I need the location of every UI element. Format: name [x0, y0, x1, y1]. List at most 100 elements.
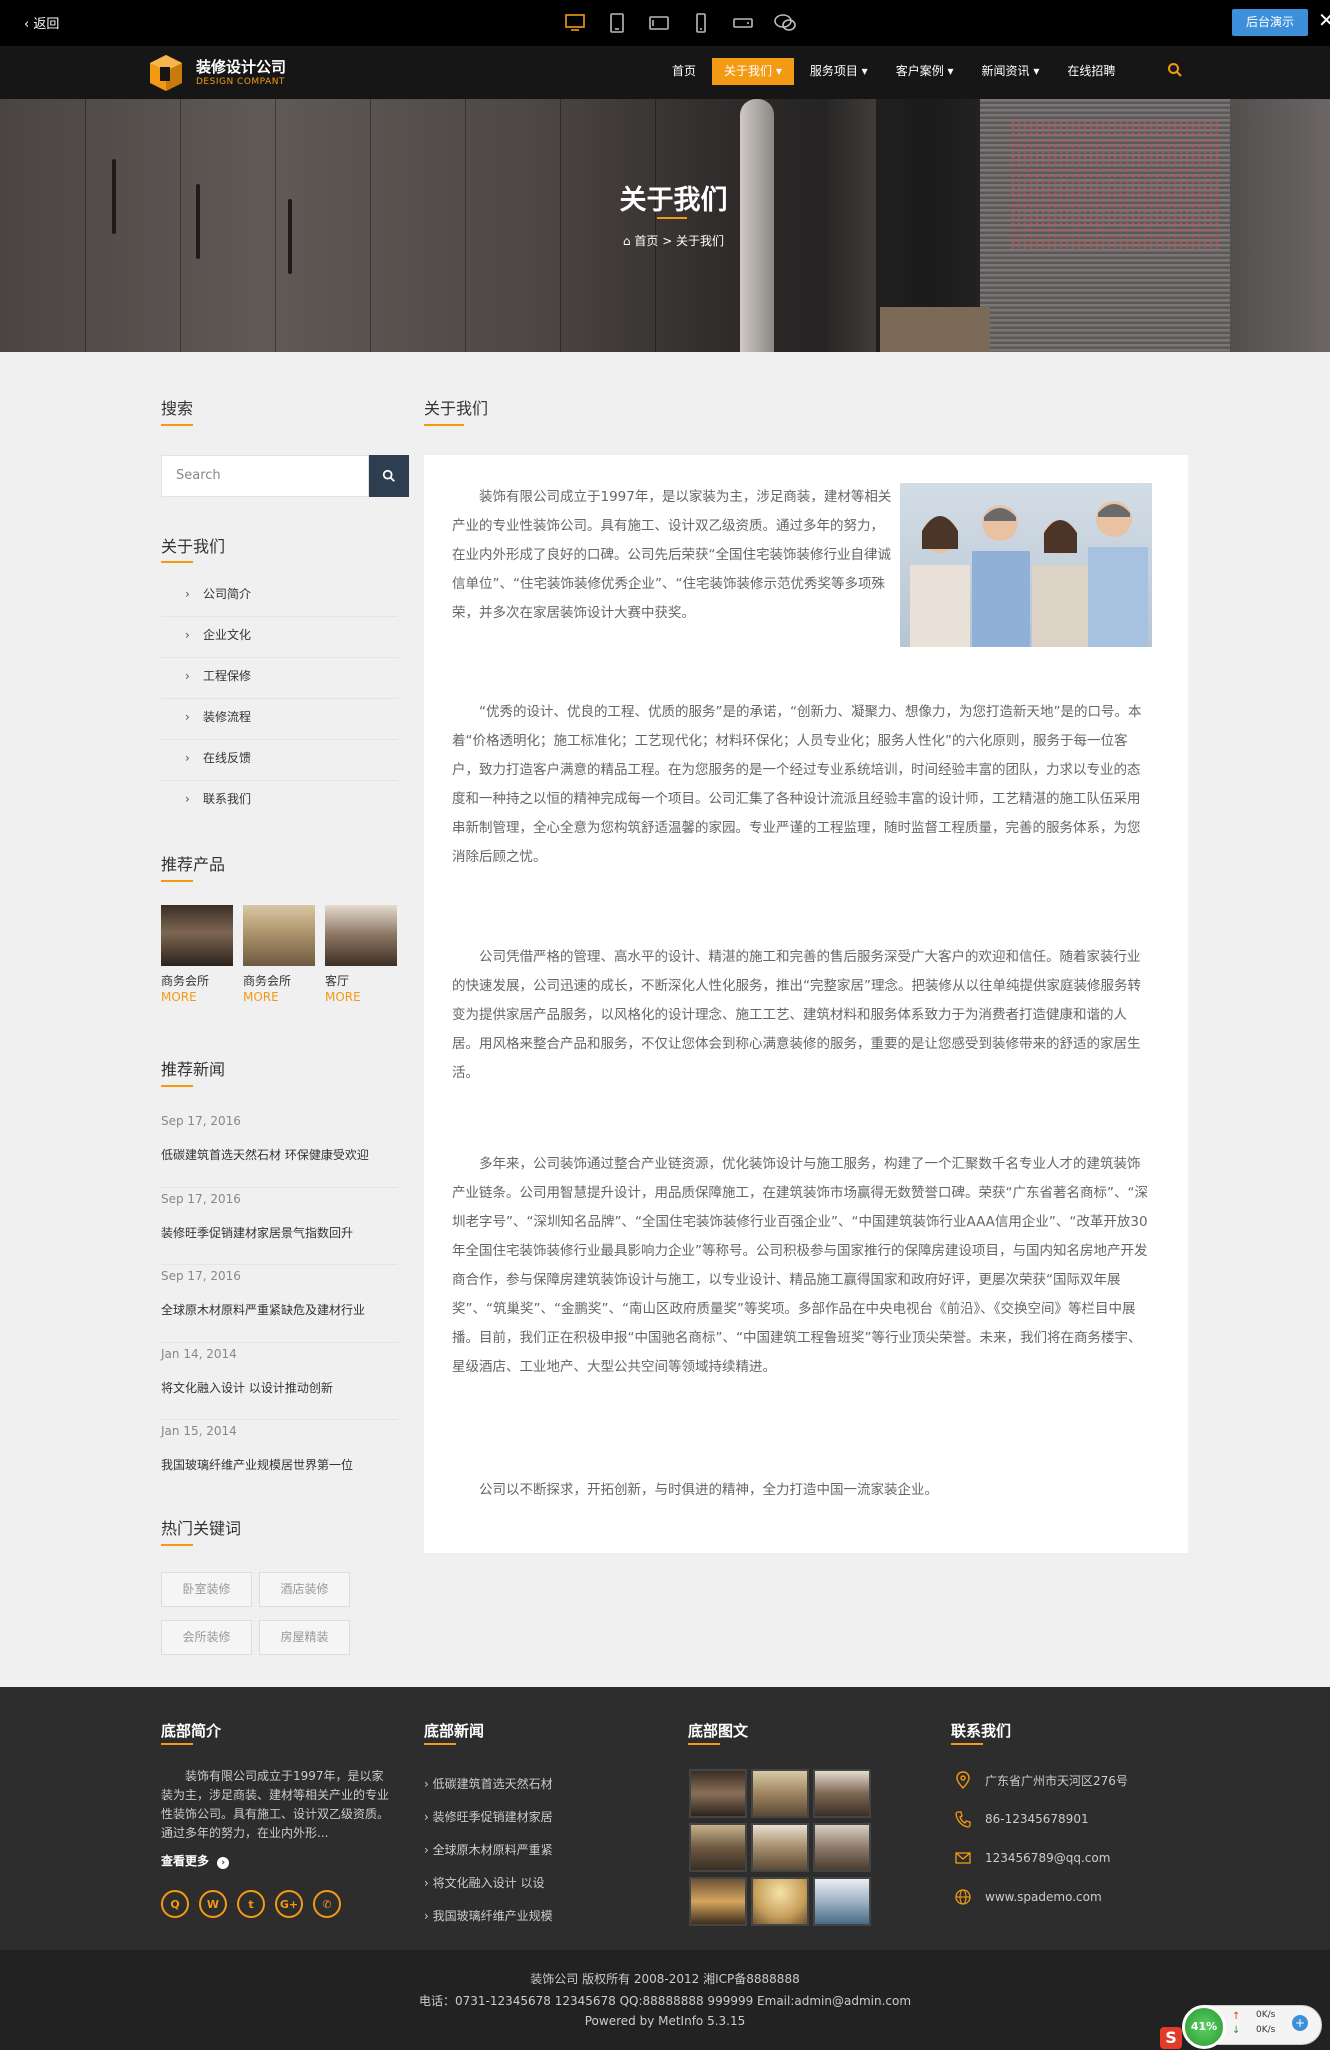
list-item[interactable]: › 我国玻璃纤维产业规模: [424, 1900, 624, 1933]
home-icon: ⌂: [622, 234, 631, 248]
contact-phone: 86-12345678901: [955, 1810, 1089, 1828]
list-item[interactable]: Jan 15, 2014 我国玻璃纤维产业规模居世界第一位: [161, 1420, 398, 1498]
title-underline: [424, 1743, 456, 1745]
menu-item-jobs[interactable]: 在线招聘: [1055, 58, 1127, 85]
news-title[interactable]: 装修旺季促销建材家居景气指数回升: [161, 1223, 398, 1243]
location-icon: [956, 1771, 970, 1789]
product-name[interactable]: 客厅: [325, 973, 397, 989]
menu-item-about[interactable]: 关于我们 ▾: [712, 58, 794, 85]
globe-icon: [955, 1889, 971, 1905]
list-item[interactable]: › 将文化融入设计 以设: [424, 1867, 624, 1900]
product-card[interactable]: 商务会所 MORE: [243, 905, 315, 1005]
title-underline: [161, 880, 193, 882]
search-icon[interactable]: [1167, 62, 1183, 82]
contact-text: 广东省广州市天河区276号: [985, 1773, 1128, 1788]
menu-item-cases[interactable]: 客户案例 ▾: [884, 58, 966, 85]
sidebar-item-culture[interactable]: › 企业文化: [161, 617, 398, 658]
footer-more-link[interactable]: 查看更多 ›: [161, 1852, 230, 1869]
gallery-thumbnail[interactable]: [689, 1769, 747, 1818]
logo-name: 装修设计公司: [196, 58, 287, 76]
footer-gallery-title: 底部图文: [688, 1722, 749, 1740]
sidebar-item-feedback[interactable]: › 在线反馈: [161, 740, 398, 781]
keyword-tag[interactable]: 会所装修: [161, 1620, 252, 1655]
title-underline: [161, 1085, 193, 1087]
article-paragraph: 装饰有限公司成立于1997年，是以家装为主，涉足商装，建材等相关产业的专业性装饰…: [452, 489, 892, 621]
admin-demo-button[interactable]: 后台演示: [1232, 9, 1308, 36]
product-name[interactable]: 商务会所: [243, 973, 315, 989]
product-card[interactable]: 客厅 MORE: [325, 905, 397, 1005]
product-card[interactable]: 商务会所 MORE: [161, 905, 233, 1005]
title-underline: [161, 1544, 193, 1546]
phone-portrait-icon[interactable]: [689, 11, 713, 35]
gallery-thumbnail[interactable]: [813, 1769, 871, 1818]
article-paragraph: 多年来，公司装饰通过整合产业链资源，优化装饰设计与施工服务，构建了一个汇聚数千名…: [452, 1156, 1148, 1375]
news-title[interactable]: 我国玻璃纤维产业规模居世界第一位: [161, 1455, 398, 1475]
news-title[interactable]: 装修旺季促销建材家居: [433, 1810, 553, 1824]
sidebar-item-process[interactable]: › 装修流程: [161, 699, 398, 740]
list-item[interactable]: Jan 14, 2014 将文化融入设计 以设计推动创新: [161, 1343, 398, 1420]
gallery-thumbnail[interactable]: [689, 1823, 747, 1872]
wechat-icon[interactable]: [773, 11, 797, 35]
keyword-tag[interactable]: 酒店装修: [259, 1572, 350, 1607]
product-more-link[interactable]: MORE: [243, 989, 315, 1005]
phone-landscape-icon[interactable]: [731, 11, 755, 35]
menu-item-services[interactable]: 服务项目 ▾: [798, 58, 880, 85]
sidebar-about-title: 关于我们: [161, 537, 226, 556]
sidebar-item-contact[interactable]: › 联系我们: [161, 781, 398, 822]
news-title[interactable]: 将文化融入设计 以设: [433, 1876, 545, 1890]
gallery-thumbnail[interactable]: [813, 1877, 871, 1926]
gallery-thumbnail[interactable]: [813, 1823, 871, 1872]
news-title[interactable]: 低碳建筑首选天然石材 环保健康受欢迎: [161, 1145, 398, 1165]
desktop-icon[interactable]: [563, 11, 587, 35]
news-title[interactable]: 低碳建筑首选天然石材: [433, 1777, 553, 1791]
powered-by[interactable]: Powered by MetInfo 5.3.15: [0, 2014, 1330, 2028]
list-item[interactable]: Sep 17, 2016 低碳建筑首选天然石材 环保健康受欢迎: [161, 1110, 398, 1188]
gallery-thumbnail[interactable]: [751, 1823, 809, 1872]
breadcrumb-text[interactable]: 首页 > 关于我们: [634, 234, 724, 248]
gallery-thumbnail[interactable]: [751, 1877, 809, 1926]
search-button[interactable]: [369, 455, 409, 497]
weibo-icon[interactable]: W: [199, 1890, 227, 1918]
logo[interactable]: 装修设计公司 DESIGN COMPANT: [148, 53, 286, 93]
product-image[interactable]: [161, 905, 233, 966]
product-image[interactable]: [243, 905, 315, 966]
google-plus-icon[interactable]: G+: [275, 1890, 303, 1918]
title-underline: [657, 217, 687, 219]
add-icon[interactable]: +: [1292, 2015, 1308, 2031]
device-switcher: [563, 11, 797, 35]
news-title[interactable]: 全球原木材原料严重紧缺危及建材行业: [161, 1300, 398, 1320]
close-icon[interactable]: ✕: [1318, 8, 1330, 32]
menu-item-news[interactable]: 新闻资讯 ▾: [970, 58, 1052, 85]
product-image[interactable]: [325, 905, 397, 966]
gallery-thumbnail[interactable]: [689, 1877, 747, 1926]
news-title[interactable]: 我国玻璃纤维产业规模: [433, 1909, 553, 1923]
menu-item-home[interactable]: 首页: [660, 58, 708, 85]
back-link[interactable]: ‹ 返回: [24, 13, 59, 32]
product-name[interactable]: 商务会所: [161, 973, 233, 989]
qq-icon[interactable]: Q: [161, 1890, 189, 1918]
news-title[interactable]: 全球原木材原料严重紧: [433, 1843, 553, 1857]
keyword-tag[interactable]: 房屋精装: [259, 1620, 350, 1655]
tablet-portrait-icon[interactable]: [605, 11, 629, 35]
sidebar-item-warranty[interactable]: › 工程保修: [161, 658, 398, 699]
news-title[interactable]: 将文化融入设计 以设计推动创新: [161, 1378, 398, 1398]
gallery-thumbnail[interactable]: [751, 1769, 809, 1818]
tablet-landscape-icon[interactable]: [647, 11, 671, 35]
twitter-icon[interactable]: t: [237, 1890, 265, 1918]
product-more-link[interactable]: MORE: [161, 989, 233, 1005]
list-item[interactable]: › 低碳建筑首选天然石材: [424, 1768, 624, 1801]
list-item[interactable]: Sep 17, 2016 装修旺季促销建材家居景气指数回升: [161, 1188, 398, 1265]
search-input[interactable]: Search: [161, 455, 369, 497]
list-item[interactable]: Sep 17, 2016 全球原木材原料严重紧缺危及建材行业: [161, 1265, 398, 1343]
contact-text[interactable]: 123456789@qq.com: [985, 1851, 1110, 1865]
sidebar-item-profile[interactable]: › 公司简介: [161, 576, 398, 617]
contact-text[interactable]: www.spademo.com: [985, 1890, 1102, 1904]
list-item[interactable]: › 装修旺季促销建材家居: [424, 1801, 624, 1834]
wechat-icon[interactable]: ✆: [313, 1890, 341, 1918]
list-item[interactable]: › 全球原木材原料严重紧: [424, 1834, 624, 1867]
network-speed-widget[interactable]: S 41% ↑ ↓ 0K/s 0K/s +: [1160, 2005, 1325, 2050]
product-more-link[interactable]: MORE: [325, 989, 397, 1005]
logo-subtitle: DESIGN COMPANT: [196, 77, 285, 87]
keyword-tag[interactable]: 卧室装修: [161, 1572, 252, 1607]
footer-news-title: 底部新闻: [424, 1722, 485, 1740]
